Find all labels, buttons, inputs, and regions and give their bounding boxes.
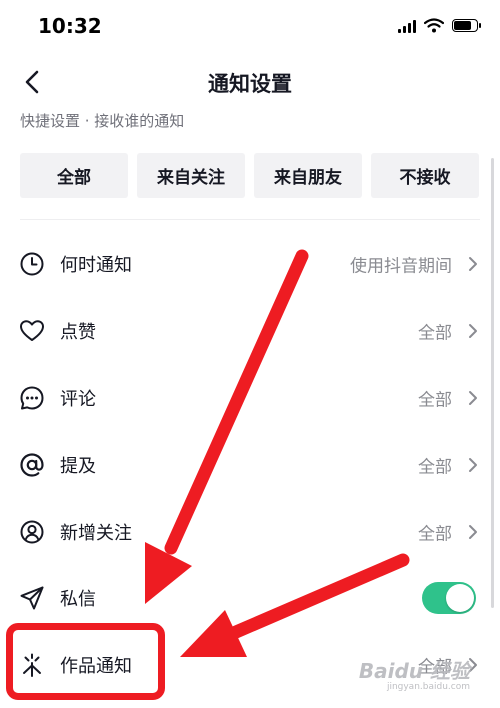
quick-settings-options: 全部 来自关注 来自朋友 不接收 — [20, 153, 479, 198]
setting-row-mentions[interactable]: 提及 全部 — [0, 431, 500, 498]
wifi-icon — [424, 18, 444, 33]
chevron-right-icon — [466, 256, 480, 272]
setting-label: 评论 — [60, 388, 96, 410]
quick-settings-label: 快捷设置 · 接收谁的通知 — [20, 112, 185, 130]
setting-label: 作品通知 — [60, 656, 132, 678]
option-following-button[interactable]: 来自关注 — [137, 153, 245, 198]
setting-label: 私信 — [60, 589, 96, 611]
setting-label: 何时通知 — [60, 255, 132, 277]
setting-value: 全部 — [418, 323, 452, 344]
setting-label: 提及 — [60, 455, 96, 477]
messages-toggle[interactable] — [422, 582, 476, 615]
chevron-right-icon — [466, 524, 480, 540]
heart-icon — [18, 317, 46, 345]
page-title: 通知设置 — [208, 72, 292, 96]
setting-row-messages: 私信 — [0, 565, 500, 632]
setting-label: 新增关注 — [60, 522, 132, 544]
toggle-knob — [446, 584, 474, 613]
setting-value: 全部 — [418, 457, 452, 478]
sparkle-icon — [18, 651, 46, 679]
watermark: Baidu 经验 jingyan.baidu.com — [359, 655, 470, 692]
setting-row-when-notify[interactable]: 何时通知 使用抖音期间 — [0, 231, 500, 298]
divider — [20, 219, 480, 220]
send-icon — [18, 584, 46, 612]
status-icons — [398, 18, 481, 33]
status-bar: 10:32 — [0, 0, 500, 56]
person-icon — [18, 518, 46, 546]
chevron-right-icon — [466, 457, 480, 473]
option-friends-button[interactable]: 来自朋友 — [254, 153, 362, 198]
nav-header: 通知设置 — [0, 60, 500, 104]
chevron-right-icon — [466, 390, 480, 406]
option-all-button[interactable]: 全部 — [20, 153, 128, 198]
option-none-button[interactable]: 不接收 — [371, 153, 479, 198]
setting-label: 点赞 — [60, 322, 96, 344]
chevron-right-icon — [466, 323, 480, 339]
settings-list: 何时通知 使用抖音期间 点赞 全部 评论 全部 提及 全部 新增关注 全部 私信… — [0, 231, 500, 699]
cellular-signal-icon — [398, 19, 416, 33]
comment-icon — [18, 384, 46, 412]
watermark-logo: Baidu 经验 — [358, 659, 470, 683]
status-time: 10:32 — [38, 14, 102, 38]
setting-value: 全部 — [418, 390, 452, 411]
clock-icon — [18, 250, 46, 278]
battery-icon — [452, 19, 481, 32]
setting-value: 使用抖音期间 — [350, 256, 452, 277]
setting-row-likes[interactable]: 点赞 全部 — [0, 298, 500, 365]
at-icon — [18, 451, 46, 479]
setting-row-comments[interactable]: 评论 全部 — [0, 365, 500, 432]
setting-value: 全部 — [418, 524, 452, 545]
setting-row-new-followers[interactable]: 新增关注 全部 — [0, 498, 500, 565]
